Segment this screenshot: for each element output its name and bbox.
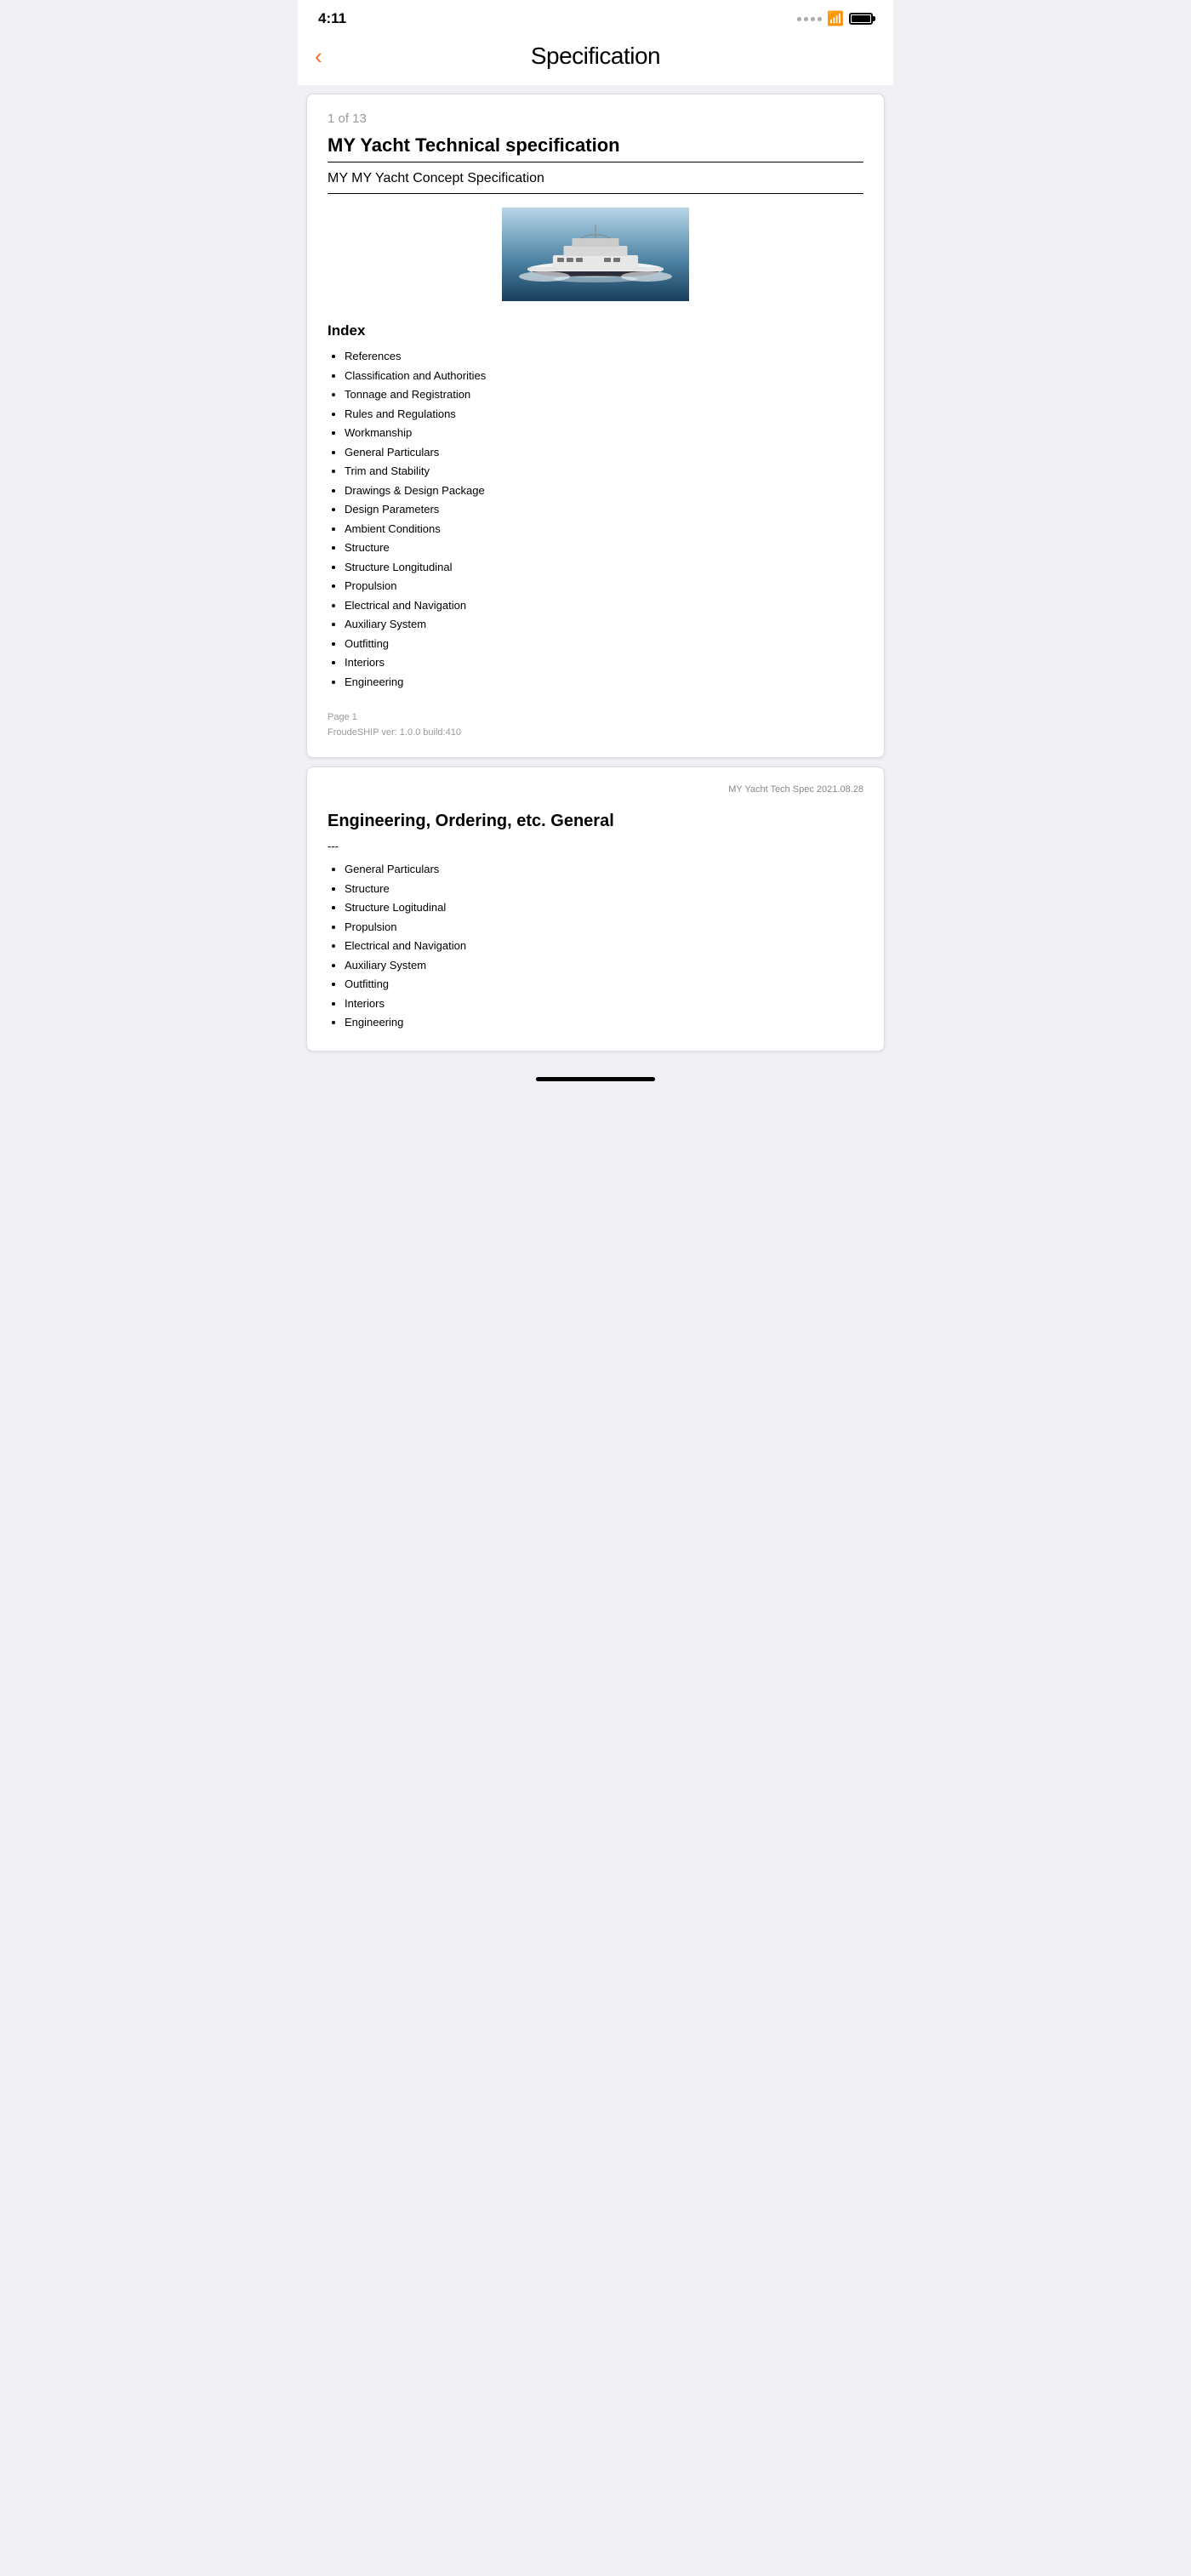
section-dash: ---: [328, 840, 863, 852]
page-1-card: 1 of 13 MY Yacht Technical specification…: [306, 94, 885, 758]
list-item: Tonnage and Registration: [345, 386, 863, 403]
list-item: Structure: [345, 881, 863, 898]
list-item: Auxiliary System: [345, 957, 863, 974]
page2-list: General Particulars StructureStructure Lo…: [328, 861, 863, 1031]
page-footer: Page 1 FroudeSHIP ver: 1.0.0 build:410: [328, 710, 863, 740]
list-item: References: [345, 348, 863, 365]
list-item: Engineering: [345, 674, 863, 691]
battery-icon: [849, 13, 873, 25]
wifi-icon: 📶: [827, 10, 844, 27]
page2-doc-header: MY Yacht Tech Spec 2021.08.28: [328, 784, 863, 795]
header: ‹ Specification: [298, 34, 893, 85]
signal-icon: [797, 17, 822, 21]
index-title: Index: [328, 322, 863, 339]
list-item: Electrical and Navigation: [345, 597, 863, 614]
doc-title-main: MY Yacht Technical specification: [328, 134, 863, 162]
list-item: General Particulars: [345, 861, 863, 878]
page-indicator: 1 of 13: [328, 111, 863, 126]
list-item: Interiors: [345, 654, 863, 671]
section-title: Engineering, Ordering, etc. General: [328, 812, 863, 831]
list-item: Electrical and Navigation: [345, 938, 863, 955]
list-item: Engineering: [345, 1014, 863, 1031]
status-icons: 📶: [797, 10, 873, 27]
home-indicator: [298, 1060, 893, 1092]
index-list: References Classification and Authorities…: [328, 348, 863, 690]
list-item: Interiors: [345, 995, 863, 1012]
footer-page: Page 1: [328, 710, 863, 726]
list-item: Drawings & Design Package: [345, 482, 863, 499]
back-button[interactable]: ‹: [315, 43, 322, 70]
page-2-card: MY Yacht Tech Spec 2021.08.28 Engineerin…: [306, 767, 885, 1051]
home-bar: [536, 1077, 655, 1081]
list-item: Structure Logitudinal: [345, 899, 863, 916]
footer-version: FroudeSHIP ver: 1.0.0 build:410: [328, 726, 863, 741]
status-time: 4:11: [318, 10, 346, 27]
list-item: Rules and Regulations: [345, 406, 863, 423]
list-item: Auxiliary System: [345, 616, 863, 633]
list-item: Propulsion: [345, 919, 863, 936]
status-bar: 4:11 📶: [298, 0, 893, 34]
yacht-image: [502, 208, 689, 301]
list-item: Workmanship: [345, 425, 863, 442]
list-item: Design Parameters: [345, 501, 863, 518]
page-title: Specification: [315, 43, 876, 70]
list-item: General Particulars: [345, 444, 863, 461]
list-item: Ambient Conditions: [345, 521, 863, 538]
list-item: Outfitting: [345, 976, 863, 993]
list-item: Structure: [345, 539, 863, 556]
list-item: Propulsion: [345, 578, 863, 595]
list-item: Outfitting: [345, 635, 863, 653]
doc-title-sub: MY MY Yacht Concept Specification: [328, 171, 863, 194]
list-item: Trim and Stability: [345, 463, 863, 480]
yacht-image-container: [328, 208, 863, 305]
list-item: Classification and Authorities: [345, 368, 863, 385]
list-item: Structure Longitudinal: [345, 559, 863, 576]
